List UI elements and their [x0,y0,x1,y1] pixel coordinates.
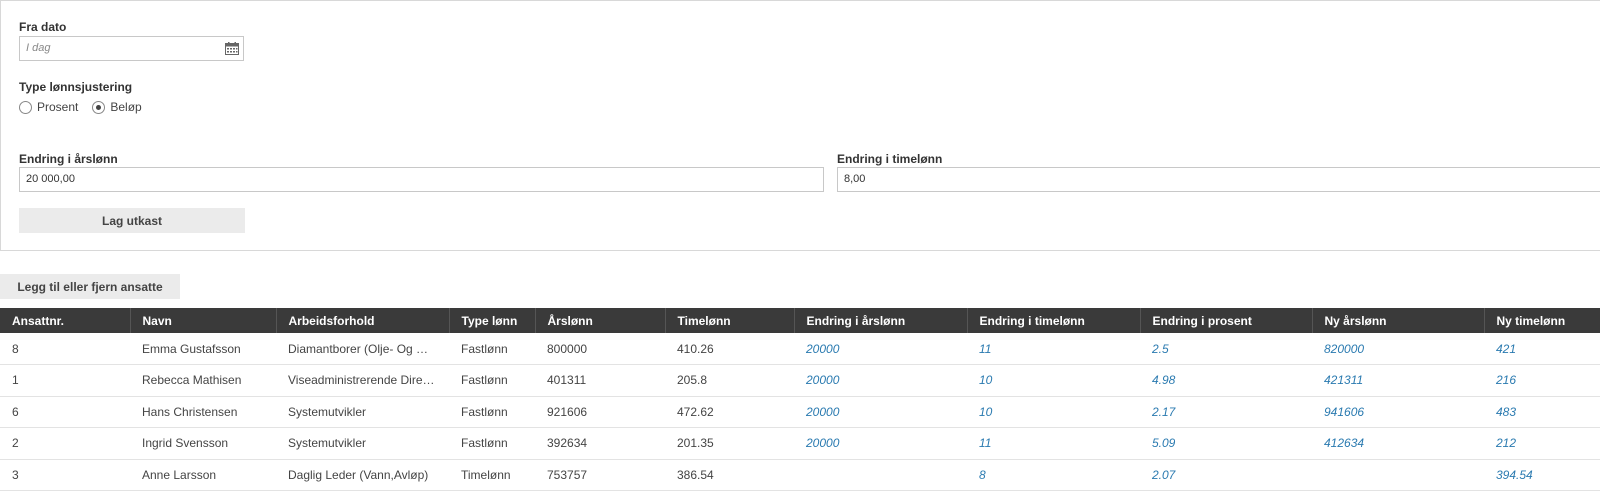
endring-arslonn-label: Endring i årslønn [19,152,118,166]
table-cell: 921606 [535,396,665,428]
table-cell: Fastlønn [449,364,535,397]
table-cell[interactable]: 394.54 [1484,459,1600,491]
table-cell[interactable]: 212 [1484,427,1600,460]
table-cell: 392634 [535,427,665,460]
endring-timelonn-input[interactable]: 8,00 [837,167,1600,192]
radio-belop-circle[interactable] [92,100,106,114]
table-cell: Viseadministrerende Direktør [276,364,449,397]
table-cell: 401311 [535,364,665,397]
table-cell: Diamantborer (Olje- Og Gass… [276,333,449,365]
column-header[interactable]: Ansattnr. [0,308,131,333]
fra-dato-input[interactable]: I dag [19,36,244,61]
legg-til-fjern-ansatte-button[interactable]: Legg til eller fjern ansatte [0,274,180,299]
table-cell: Systemutvikler [276,396,449,428]
table-cell: Systemutvikler [276,427,449,460]
table-cell[interactable]: 11 [967,333,1140,365]
table-cell[interactable]: 483 [1484,396,1600,428]
table-cell[interactable]: 8 [967,459,1140,491]
table-cell[interactable]: 2.17 [1140,396,1312,428]
table-row[interactable]: 6 Hans Christensen Systemutvikler Fastlønn 9… [0,396,1600,428]
endring-arslonn-input[interactable]: 20 000,00 [19,167,824,192]
table-cell: Fastlønn [449,427,535,460]
table-cell: Hans Christensen [130,396,276,428]
table-cell: 1 [0,364,130,397]
table-cell: Fastlønn [449,333,535,365]
table-row[interactable]: 1 Rebecca Mathisen Viseadministrerende Dir… [0,364,1600,397]
column-header[interactable]: Ny timelønn [1484,308,1600,333]
table-row[interactable]: 3 Anne Larsson Daglig Leder (Vann,Avløp) Ti… [0,459,1600,491]
table-cell: 753757 [535,459,665,491]
table-cell[interactable]: 421311 [1312,364,1484,397]
column-header[interactable]: Endring i prosent [1140,308,1313,333]
table-cell[interactable]: 5.09 [1140,427,1312,460]
table-cell: Fastlønn [449,396,535,428]
table-cell[interactable]: 20000 [794,427,967,460]
table-cell[interactable]: 216 [1484,364,1600,397]
employee-table: Ansattnr. Navn Arbeidsforhold Type lønn Årsl… [0,308,1600,491]
type-radio-group: Prosent Beløp [19,100,156,114]
table-cell[interactable]: 2.07 [1140,459,1312,491]
table-cell: 6 [0,396,130,428]
table-cell[interactable]: 20000 [794,333,967,365]
endring-timelonn-label: Endring i timelønn [837,152,943,166]
table-cell[interactable]: 20000 [794,364,967,397]
radio-prosent[interactable]: Prosent [19,100,78,114]
column-header[interactable]: Type lønn [449,308,536,333]
table-cell[interactable]: 20000 [794,396,967,428]
table-cell: 2 [0,427,130,460]
column-header[interactable]: Arbeidsforhold [276,308,450,333]
table-cell: 472.62 [665,396,794,428]
table-cell: Emma Gustafsson [130,333,276,365]
table-cell[interactable]: 941606 [1312,396,1484,428]
table-cell: Anne Larsson [130,459,276,491]
table-cell[interactable] [1312,459,1484,491]
table-cell: Timelønn [449,459,535,491]
table-row[interactable]: 8 Emma Gustafsson Diamantborer (Olje- Og G… [0,333,1600,365]
radio-prosent-circle[interactable] [19,100,32,114]
table-cell: 201.35 [665,427,794,460]
table-cell: 386.54 [665,459,794,491]
calendar-icon[interactable] [225,42,239,55]
table-row[interactable]: 2 Ingrid Svensson Systemutvikler Fastlønn 39… [0,427,1600,460]
table-cell[interactable] [794,459,967,491]
column-header[interactable]: Endring i timelønn [967,308,1141,333]
table-cell: Rebecca Mathisen [130,364,276,397]
table-cell[interactable]: 10 [967,396,1140,428]
radio-prosent-label: Prosent [37,100,79,114]
table-cell[interactable]: 820000 [1312,333,1484,365]
radio-belop[interactable]: Beløp [92,100,142,114]
table-cell: Ingrid Svensson [130,427,276,460]
radio-belop-label: Beløp [110,100,142,114]
fra-dato-label: Fra dato [19,20,67,34]
column-header[interactable]: Timelønn [665,308,795,333]
column-header[interactable]: Navn [130,308,277,333]
table-cell: 8 [0,333,130,365]
column-header[interactable]: Ny årslønn [1312,308,1485,333]
table-cell[interactable]: 421 [1484,333,1600,365]
adjustment-form: Fra dato I dag Type lønnsjustering Prose… [0,0,1600,251]
table-cell: 205.8 [665,364,794,397]
table-cell[interactable]: 10 [967,364,1140,397]
type-lonnsjustering-label: Type lønnsjustering [19,80,133,94]
table-cell[interactable]: 11 [967,427,1140,460]
table-cell[interactable]: 4.98 [1140,364,1312,397]
table-cell[interactable]: 2.5 [1140,333,1312,365]
column-header[interactable]: Årslønn [535,308,666,333]
table-cell[interactable]: 412634 [1312,427,1484,460]
table-cell: 410.26 [665,333,794,365]
table-header-row: Ansattnr. Navn Arbeidsforhold Type lønn Årsl… [0,308,1600,333]
column-header[interactable]: Endring i årslønn [794,308,968,333]
table-cell: 800000 [535,333,665,365]
table-cell: Daglig Leder (Vann,Avløp) [276,459,449,491]
table-cell: 3 [0,459,130,491]
lag-utkast-button[interactable]: Lag utkast [19,208,245,233]
